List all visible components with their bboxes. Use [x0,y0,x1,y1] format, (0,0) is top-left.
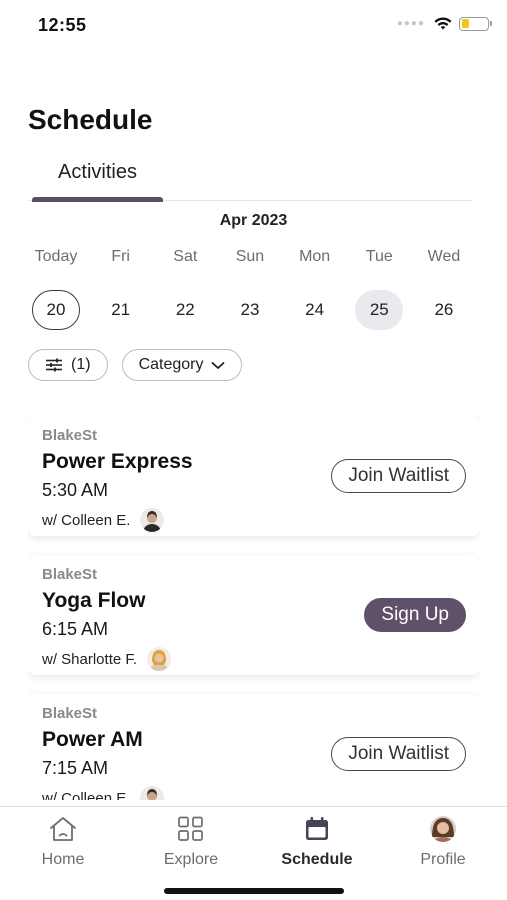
date-cell-selected[interactable]: 25 [347,290,411,330]
tab-schedule-label: Schedule [281,851,353,868]
class-card[interactable]: BlakeSt Power Express 5:30 AM w/ Colleen… [28,416,480,536]
sign-up-button[interactable]: Sign Up [364,598,466,632]
class-card[interactable]: BlakeSt Power AM 7:15 AM w/ Colleen E. J… [28,694,480,800]
weekday-label: Fri [111,248,130,265]
weekday-label: Mon [299,248,331,265]
weekday-label: Wed [427,248,461,265]
weekday-label: Sat [173,248,198,265]
tab-active-indicator [32,197,163,202]
date-cell[interactable]: 24 [283,290,347,330]
weekday-row: Today Fri Sat Sun Mon Tue Wed [24,248,476,266]
class-instructor: w/ Colleen E. [42,508,165,532]
grid-icon [178,816,203,841]
tab-activities[interactable]: Activities [32,150,163,202]
date-cell[interactable]: 21 [89,290,153,330]
date-cell-today[interactable]: 20 [24,290,88,330]
segment-tabs: Activities [28,150,473,202]
instructor-name: w/ Sharlotte F. [42,650,138,668]
date-number: 24 [305,300,325,319]
date-row: 20 21 22 23 24 25 26 [24,290,476,330]
date-number: 25 [355,290,404,330]
cellular-signal-icon: ●●●● [396,18,425,29]
instructor-name: w/ Colleen E. [42,511,131,529]
sliders-icon [46,358,62,372]
date-number: 26 [434,300,454,319]
instructor-avatar [140,786,165,800]
battery-icon [459,16,492,31]
page-title: Schedule [28,104,153,135]
home-indicator [164,888,344,894]
date-number: 23 [240,300,260,319]
class-list: BlakeSt Power Express 5:30 AM w/ Colleen… [28,416,480,800]
category-label: Category [138,356,204,373]
weekday-label: Sun [235,248,265,265]
instructor-name: w/ Colleen E. [42,789,131,801]
wifi-icon [434,17,452,30]
class-time: 5:30 AM [42,480,109,500]
class-location: BlakeSt [42,705,98,722]
class-instructor: w/ Sharlotte F. [42,647,172,671]
date-number: 22 [175,300,195,319]
tab-home-label: Home [41,851,85,868]
class-location: BlakeSt [42,427,98,444]
class-location: BlakeSt [42,566,98,583]
weekday-label: Today [34,248,78,265]
date-cell[interactable]: 23 [218,290,282,330]
calendar-icon [306,817,328,840]
instructor-avatar [147,647,172,671]
status-bar: 12:55 ●●●● [0,0,507,52]
status-icons: ●●●● [396,16,492,31]
date-cell[interactable]: 22 [153,290,217,330]
weekday-label: Tue [365,248,393,265]
date-number: 20 [32,290,80,330]
tab-home[interactable]: Home [8,815,118,869]
bottom-tab-bar: Home Explore Schedule Profile [0,806,507,900]
filter-bar: (1) Category [28,349,243,381]
class-time: 7:15 AM [42,758,109,778]
instructor-avatar [140,508,165,532]
class-title: Yoga Flow [42,589,146,612]
category-dropdown[interactable]: Category [121,349,243,381]
tab-profile-label: Profile [420,851,466,868]
status-time: 12:55 [38,15,87,35]
class-card[interactable]: BlakeSt Yoga Flow 6:15 AM w/ Sharlotte F… [28,555,480,675]
home-icon [50,817,76,841]
date-number: 21 [111,300,131,319]
chevron-down-icon [212,361,225,369]
date-cell[interactable]: 26 [412,290,476,330]
filter-count: (1) [71,356,91,373]
tab-profile[interactable]: Profile [388,815,498,869]
class-time: 6:15 AM [42,619,109,639]
class-title: Power Express [42,450,193,473]
tab-schedule[interactable]: Schedule [262,815,372,869]
class-title: Power AM [42,728,143,751]
tab-explore-label: Explore [163,851,219,868]
tab-activities-label: Activities [58,161,137,183]
join-waitlist-button[interactable]: Join Waitlist [331,737,466,771]
calendar-month-label: Apr 2023 [219,212,288,229]
filter-button[interactable]: (1) [28,349,108,381]
class-instructor: w/ Colleen E. [42,786,165,801]
profile-avatar [430,816,456,842]
tab-explore[interactable]: Explore [136,815,246,869]
join-waitlist-button[interactable]: Join Waitlist [331,459,466,493]
